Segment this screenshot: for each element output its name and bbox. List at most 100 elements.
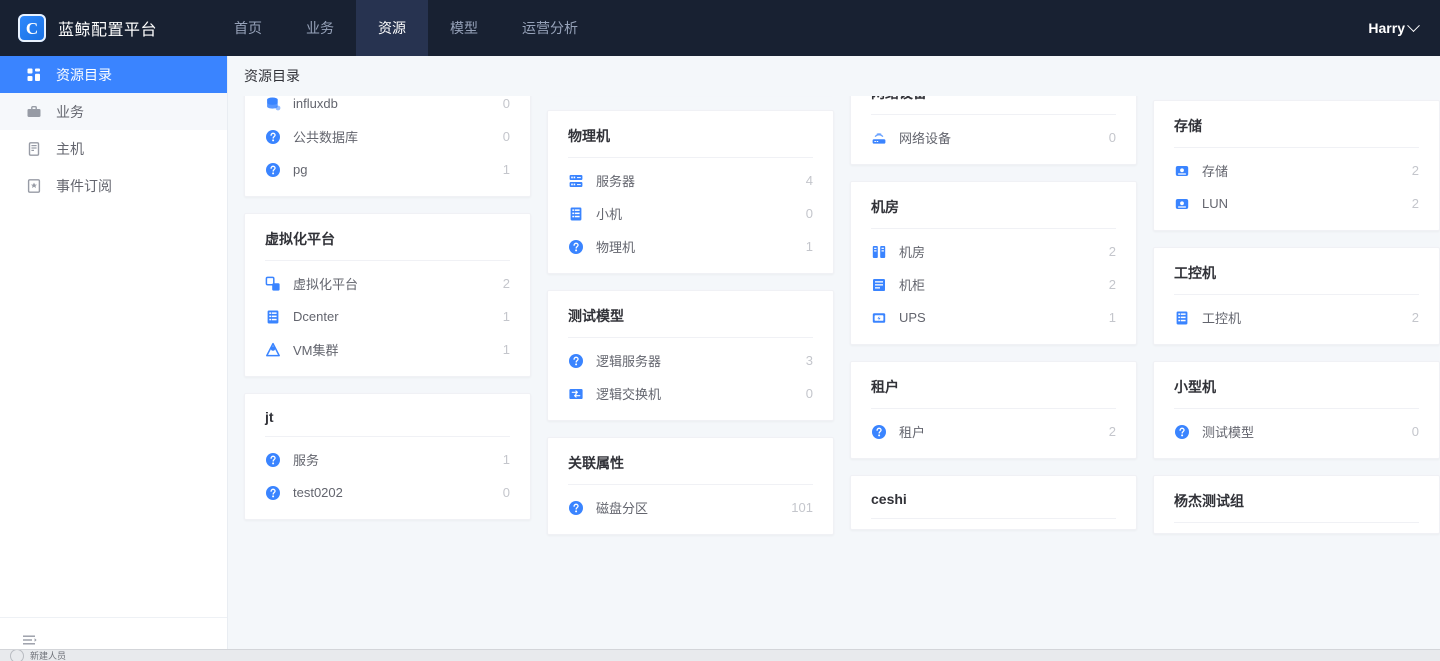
resource-row-count: 2 — [1411, 196, 1419, 211]
brand[interactable]: C 蓝鲸配置平台 — [0, 0, 212, 56]
resource-row-count: 2 — [1411, 163, 1419, 178]
resource-row-label: 服务器 — [596, 174, 636, 189]
nav-item-1[interactable]: 业务 — [284, 0, 356, 56]
resource-row-label: 网络设备 — [899, 131, 952, 146]
resource-row[interactable]: 租户 2 — [851, 415, 1136, 448]
sidebar-item-0[interactable]: 资源目录 — [0, 56, 227, 93]
resource-row-label: influxdb — [293, 96, 338, 111]
card-title: 租户 — [871, 379, 899, 395]
brand-name: 蓝鲸配置平台 — [58, 22, 158, 39]
sidebar-item-label: 资源目录 — [56, 66, 112, 83]
resource-row-label: LUN — [1202, 196, 1229, 211]
card-title: jt — [265, 409, 274, 425]
strip-label: 新建人员 — [30, 651, 67, 661]
card-divider — [1174, 147, 1419, 148]
resource-card: 虚拟化平台 虚拟化平台 2 Dcenter 1 VM集群 1 — [244, 213, 531, 377]
top-navigation-bar: C 蓝鲸配置平台 首页 业务 资源 模型 运营分析 Harry — [0, 0, 1440, 56]
resource-row-count: 0 — [502, 485, 510, 500]
resource-row[interactable]: 机柜 2 — [851, 268, 1136, 301]
resource-row[interactable]: test0202 0 — [245, 476, 530, 509]
resource-row-count: 0 — [502, 129, 510, 144]
resource-row-label: 逻辑服务器 — [596, 354, 662, 369]
resource-row-count: 4 — [805, 173, 813, 188]
nav-item-0[interactable]: 首页 — [212, 0, 284, 56]
resource-row[interactable]: 虚拟化平台 2 — [245, 267, 530, 300]
resource-row[interactable]: 磁盘分区 101 — [548, 491, 833, 524]
card-divider — [1174, 522, 1419, 523]
card-divider — [871, 114, 1116, 115]
resource-row-label: 机柜 — [899, 278, 926, 293]
card-title: 杨杰测试组 — [1174, 493, 1244, 509]
resource-row[interactable]: 测试模型 0 — [1154, 415, 1439, 448]
resource-row-count: 2 — [1108, 277, 1116, 292]
sidebar-item-2[interactable]: 主机 — [0, 130, 227, 167]
sidebar: 资源目录业务 主机事件订阅 — [0, 56, 228, 661]
card-divider — [1174, 408, 1419, 409]
resource-row-count: 0 — [502, 96, 510, 111]
vm-icon — [265, 276, 281, 292]
resource-row[interactable]: 服务器 4 — [548, 164, 833, 197]
question-icon — [265, 162, 281, 178]
resource-row[interactable]: 机房 2 — [851, 235, 1136, 268]
user-name: Harry — [1368, 20, 1405, 36]
resource-row-label: 小机 — [596, 207, 623, 222]
card-divider — [568, 484, 813, 485]
resource-row[interactable]: UPS 1 — [851, 301, 1136, 334]
sidebar-item-3[interactable]: 事件订阅 — [0, 167, 227, 204]
resource-card: 机房 机房 2 机柜 2 UPS 1 — [850, 181, 1137, 345]
resource-row[interactable]: 存储 2 — [1154, 154, 1439, 187]
resource-row-count: 1 — [502, 309, 510, 324]
resource-row[interactable]: 服务 1 — [245, 443, 530, 476]
resource-row[interactable]: 逻辑服务器 3 — [548, 344, 833, 377]
nav-item-2[interactable]: 资源 — [356, 0, 428, 56]
grid-icon — [26, 67, 42, 83]
resource-card: ceshi — [850, 475, 1137, 530]
resource-row-count: 1 — [502, 452, 510, 467]
app-shell: 资源目录业务主机事件订阅 资源目录 MSSQL2MongDB2DB22Redis… — [0, 56, 1440, 661]
cluster-icon — [265, 342, 281, 358]
briefcase-icon — [26, 104, 42, 120]
resource-row-label: 逻辑交换机 — [596, 387, 662, 402]
browser-bottom-strip: 新建人员 — [0, 649, 1440, 661]
resource-row-label: test0202 — [293, 485, 343, 500]
user-menu[interactable]: Harry — [1368, 0, 1440, 56]
resource-card: 租户租户 2 — [850, 361, 1137, 459]
collapse-icon[interactable] — [18, 629, 40, 651]
resource-row-label: VM集群 — [293, 343, 339, 358]
card-title: 物理机 — [568, 128, 610, 144]
resource-card: jt 服务 1 test0202 0 — [244, 393, 531, 520]
resource-row-count: 2 — [1108, 424, 1116, 439]
resource-row[interactable]: VM集群 1 — [245, 333, 530, 366]
card-columns: MSSQL2MongDB2DB22Redis2influxdb0公共数据库0pg… — [244, 96, 1440, 551]
resource-row-count: 101 — [791, 500, 813, 515]
resource-row-count: 2 — [502, 276, 510, 291]
card-divider — [568, 337, 813, 338]
resource-row-label: 磁盘分区 — [596, 501, 649, 516]
resource-row-label: 测试模型 — [1202, 425, 1255, 440]
card-title: 存储 — [1174, 118, 1202, 134]
card-divider — [871, 228, 1116, 229]
nav-item-4[interactable]: 运营分析 — [500, 0, 600, 56]
rack-icon — [568, 206, 584, 222]
resource-row[interactable]: 物理机 1 — [548, 230, 833, 263]
resource-row-count: 1 — [502, 162, 510, 177]
resource-row[interactable]: 公共数据库 0 — [245, 120, 530, 153]
resource-row-count: 3 — [805, 353, 813, 368]
resource-row-label: pg — [293, 162, 308, 177]
resource-row[interactable]: 网络设备 0 — [851, 121, 1136, 154]
sidebar-item-label: 事件订阅 — [56, 177, 112, 194]
sidebar-item-1[interactable]: 业务 — [0, 93, 227, 130]
resource-row[interactable]: 小机 0 — [548, 197, 833, 230]
resource-row[interactable]: pg 1 — [245, 153, 530, 186]
app-logo-icon: C — [18, 14, 46, 42]
card-column-2: 路由器_10环境0测试测试测试测试测试测…0网络设备网络设备0机房机房2机柜2U… — [850, 96, 1137, 546]
resource-row-count: 0 — [1411, 424, 1419, 439]
resource-row[interactable]: LUN 2 — [1154, 187, 1439, 220]
resource-row[interactable]: 逻辑交换机 0 — [548, 377, 833, 410]
resource-row-label: 服务 — [293, 453, 320, 468]
resource-row[interactable]: Dcenter 1 — [245, 300, 530, 333]
nav-item-3[interactable]: 模型 — [428, 0, 500, 56]
resource-row[interactable]: influxdb 0 — [245, 96, 530, 120]
resource-row[interactable]: 工控机 2 — [1154, 301, 1439, 334]
